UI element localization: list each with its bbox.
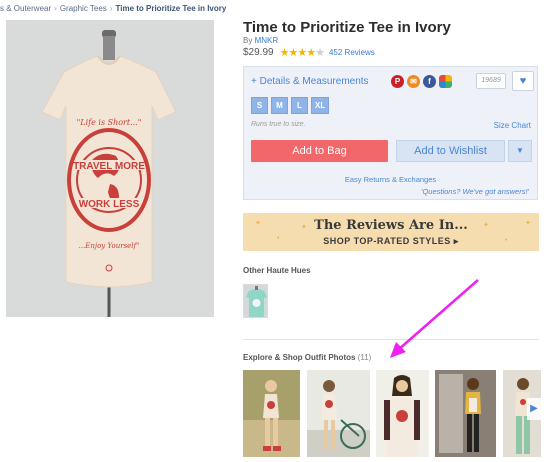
share-icons: P ✉ f xyxy=(391,75,452,88)
annotation-arrow xyxy=(390,279,479,358)
svg-text:"Life is Short...": "Life is Short..." xyxy=(77,118,142,127)
outfit-photo-4[interactable] xyxy=(435,370,496,457)
outfit-photo-3[interactable] xyxy=(376,370,429,457)
heart-button[interactable]: ♥ xyxy=(512,71,534,91)
brand-byline: By MNKR xyxy=(243,36,278,45)
svg-text:WORK LESS: WORK LESS xyxy=(79,199,140,210)
breadcrumb-separator: › xyxy=(54,4,57,13)
facebook-icon[interactable]: f xyxy=(423,75,436,88)
outfit-photos-title: Explore & Shop Outfit Photos xyxy=(243,353,356,362)
size-chart-link[interactable]: Size Chart xyxy=(494,121,531,130)
breadcrumb-item-outerwear[interactable]: s & Outerwear xyxy=(0,4,51,13)
outfit-photo-2[interactable] xyxy=(307,370,370,457)
star-icon: ★ xyxy=(306,47,316,59)
breadcrumb-separator: › xyxy=(109,4,113,13)
email-icon[interactable]: ✉ xyxy=(407,75,420,88)
other-hues-heading: Other Haute Hues xyxy=(243,266,311,275)
reviews-banner[interactable]: ✦ • ✦ ✦ • ✦ The Reviews Are In... SHOP T… xyxy=(243,213,539,251)
add-to-wishlist-button[interactable]: Add to Wishlist xyxy=(396,140,505,162)
outfit-photos-count: (11) xyxy=(357,353,372,362)
questions-link[interactable]: 'Questions? We've got answers!' xyxy=(421,187,529,196)
breadcrumb-item-current: Time to Prioritize Tee in Ivory xyxy=(115,4,227,13)
size-button-m[interactable]: M xyxy=(271,97,288,114)
fit-note: Runs true to size. xyxy=(251,121,306,128)
pinterest-icon[interactable]: P xyxy=(391,75,404,88)
size-button-l[interactable]: L xyxy=(291,97,308,114)
size-selector: S M L XL xyxy=(251,97,330,114)
banner-subtitle: SHOP TOP-RATED STYLES ▸ xyxy=(323,236,459,246)
purchase-panel: + Details & Measurements P ✉ f 19689 ♥ S… xyxy=(243,66,538,200)
price-rating-row: $29.99 ★★★★★ 452 Reviews xyxy=(243,46,375,59)
wishlist-count: 19689 xyxy=(476,73,506,89)
add-to-bag-button[interactable]: Add to Bag xyxy=(251,140,388,162)
returns-link[interactable]: Easy Returns & Exchanges xyxy=(244,175,537,184)
outfit-photos-heading: Explore & Shop Outfit Photos (11) xyxy=(243,353,371,362)
size-button-xl[interactable]: XL xyxy=(311,97,330,114)
share-multi-icon[interactable] xyxy=(439,75,452,88)
by-label: By xyxy=(243,36,253,45)
breadcrumb: s & Outerwear › Graphic Tees › Time to Prior… xyxy=(0,4,226,13)
breadcrumb-item-graphic-tees[interactable]: Graphic Tees xyxy=(60,4,107,13)
wishlist-dropdown-button[interactable]: ▼ xyxy=(508,140,532,162)
star-icon: ★ xyxy=(315,47,325,59)
star-icon: ★ xyxy=(288,47,298,59)
size-button-s[interactable]: S xyxy=(251,97,268,114)
product-image[interactable]: "Life is Short..." TRAVEL MORE WORK LESS… xyxy=(6,20,214,317)
reviews-link[interactable]: 452 Reviews xyxy=(329,48,375,57)
details-measurements-link[interactable]: + Details & Measurements xyxy=(251,76,369,87)
rating-stars[interactable]: ★★★★★ xyxy=(280,46,325,59)
tee-on-mannequin-image: "Life is Short..." TRAVEL MORE WORK LESS… xyxy=(6,20,214,317)
product-title: Time to Prioritize Tee in Ivory xyxy=(243,19,451,36)
mint-tee-thumbnail xyxy=(244,285,267,317)
svg-text:TRAVEL MORE: TRAVEL MORE xyxy=(73,161,145,172)
chevron-down-icon: ▼ xyxy=(516,146,524,155)
product-price: $29.99 xyxy=(243,47,274,58)
svg-text:...Enjoy Yourself": ...Enjoy Yourself" xyxy=(79,242,140,250)
outfit-photo-1[interactable] xyxy=(243,370,300,457)
brand-link[interactable]: MNKR xyxy=(255,36,279,45)
banner-title: The Reviews Are In... xyxy=(314,218,468,233)
heart-icon: ♥ xyxy=(519,75,527,87)
chevron-right-icon: ▶ xyxy=(530,403,538,414)
carousel-next-button[interactable]: ▶ xyxy=(527,398,541,420)
star-icon: ★ xyxy=(297,47,307,59)
hue-swatch-mint[interactable] xyxy=(243,284,268,318)
